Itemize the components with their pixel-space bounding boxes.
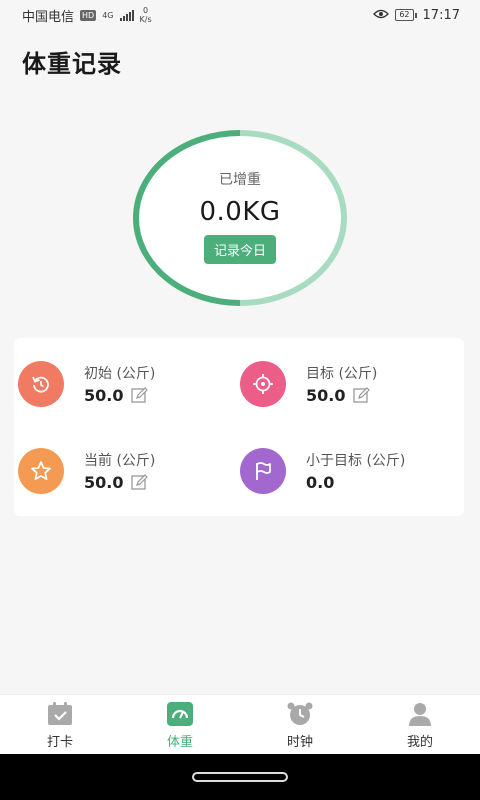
stat-target-label: 目标 (公斤) (306, 366, 378, 382)
eye-icon (373, 8, 390, 22)
target-icon (240, 361, 286, 407)
calendar-check-icon (46, 701, 74, 727)
network-speed: 0 K/s (140, 6, 152, 24)
nav-weight[interactable]: 体重 (120, 695, 240, 755)
refresh-icon (18, 361, 64, 407)
alarm-clock-icon (286, 701, 314, 727)
nav-profile-label: 我的 (406, 734, 433, 750)
star-icon (18, 448, 64, 494)
weight-progress-ring: 已增重 0.0KG 记录今日 (130, 128, 350, 308)
user-icon (406, 701, 434, 727)
nav-checkin-label: 打卡 (46, 734, 73, 750)
stat-current-label: 当前 (公斤) (84, 453, 156, 469)
stat-initial: 初始 (公斤) 50.0 (18, 361, 155, 407)
stat-below-target-value: 0.0 (306, 473, 335, 492)
nav-weight-label: 体重 (166, 734, 193, 750)
record-today-button[interactable]: 记录今日 (203, 235, 276, 264)
gain-label: 已增重 (219, 172, 261, 188)
stat-current: 当前 (公斤) 50.0 (18, 448, 155, 494)
edit-icon[interactable] (131, 387, 149, 404)
stat-target-value: 50.0 (306, 386, 346, 405)
stat-target: 目标 (公斤) 50.0 (240, 361, 377, 407)
edit-icon[interactable] (131, 474, 149, 491)
flag-icon (240, 448, 286, 494)
clock-time: 17:17 (422, 7, 460, 23)
nav-checkin[interactable]: 打卡 (0, 695, 120, 755)
nav-clock[interactable]: 时钟 (240, 695, 360, 755)
scale-icon (166, 701, 194, 727)
speed-value: 0 (143, 6, 149, 15)
signal-icon (119, 9, 134, 21)
stat-below-target-label: 小于目标 (公斤) (306, 453, 406, 469)
battery-level: 62 (395, 9, 414, 21)
network-type: 4G (102, 10, 114, 20)
battery-icon: 62 (395, 9, 417, 21)
stat-initial-label: 初始 (公斤) (84, 366, 156, 382)
status-bar: 中国电信 HD 4G 0 K/s 62 17:17 (0, 0, 480, 30)
stat-below-target: 小于目标 (公斤) 0.0 (240, 448, 405, 494)
gain-value: 0.0KG (199, 197, 281, 227)
carrier-name: 中国电信 (22, 9, 75, 25)
home-gesture-bar[interactable] (192, 772, 288, 782)
stat-current-value: 50.0 (84, 473, 124, 492)
nav-profile[interactable]: 我的 (360, 695, 480, 755)
bottom-nav: 打卡 体重 时钟 我的 (0, 694, 480, 755)
status-left: 中国电信 HD 4G 0 K/s (22, 6, 152, 25)
speed-unit: K/s (139, 15, 152, 24)
nav-clock-label: 时钟 (286, 734, 313, 750)
edit-icon[interactable] (353, 387, 371, 404)
status-right: 62 17:17 (373, 8, 460, 23)
page-title: 体重记录 (22, 50, 122, 78)
stat-initial-value: 50.0 (84, 386, 124, 405)
ring-content: 已增重 0.0KG 记录今日 (130, 128, 350, 308)
system-nav-bar (0, 754, 480, 800)
weight-stats-card: 初始 (公斤) 50.0 目标 (公斤) 50.0 当前 (公斤) 50.0 小… (14, 338, 464, 516)
hd-badge: HD (80, 9, 97, 21)
